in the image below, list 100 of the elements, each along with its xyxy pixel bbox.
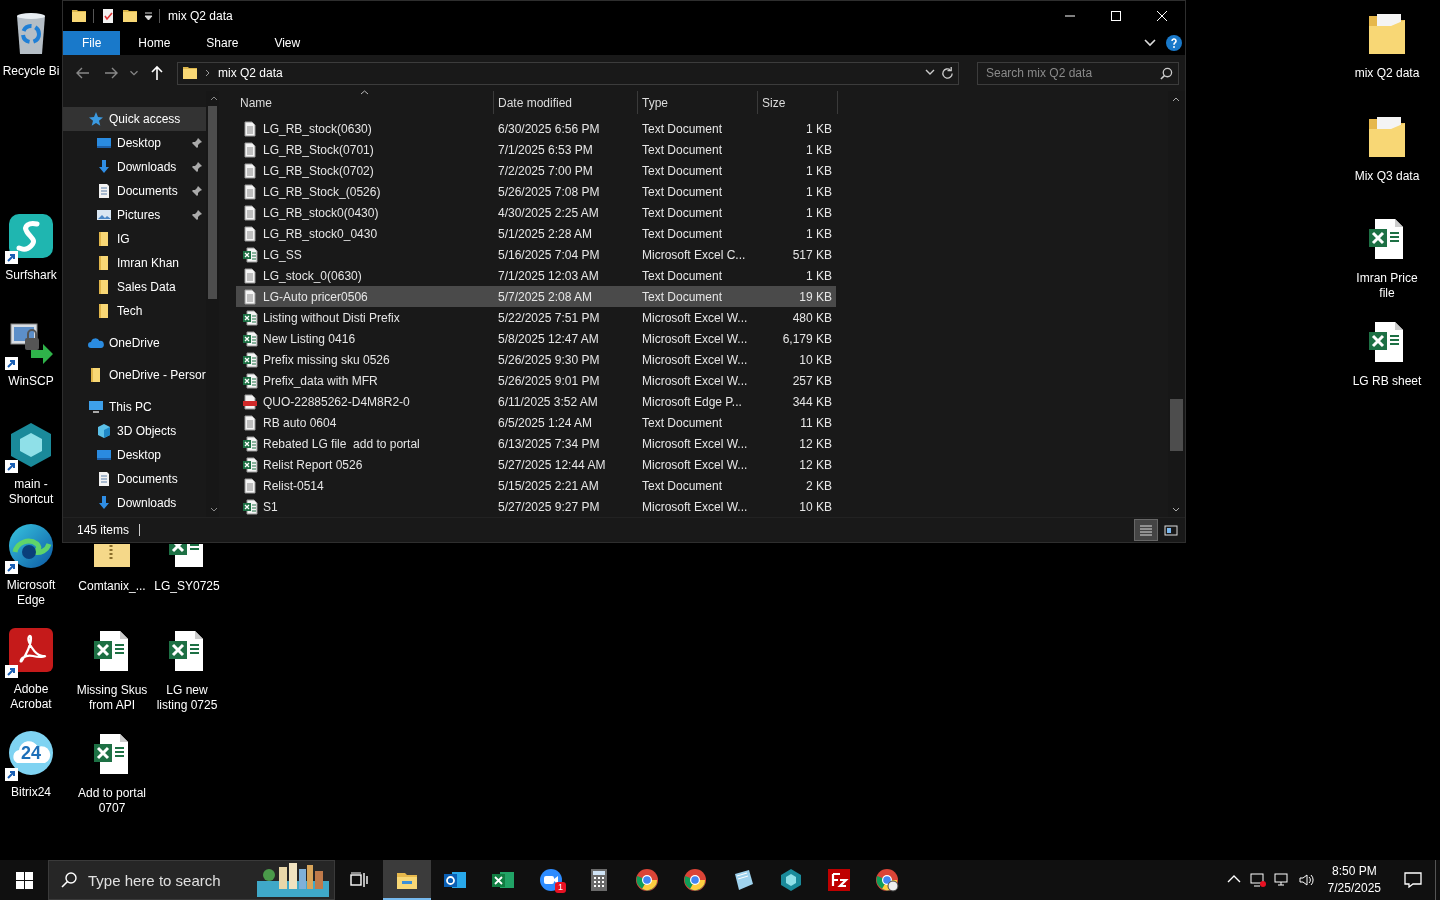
nav-item[interactable]: OneDrive - Persor: [63, 363, 206, 387]
file-name: LG-Auto pricer0506: [263, 288, 368, 306]
address-text[interactable]: mix Q2 data: [218, 64, 283, 82]
file-row[interactable]: LG-Auto pricer0506 5/7/2025 2:08 AM Text Document 19 KB: [236, 286, 836, 307]
nav-item[interactable]: Downloads: [63, 155, 206, 179]
ribbon-tab[interactable]: File: [63, 31, 121, 55]
desktop-icon-label[interactable]: Mix Q3 data: [1354, 169, 1420, 184]
folder-icon[interactable]: [71, 8, 87, 24]
search-field[interactable]: Search mix Q2 data: [977, 61, 1179, 85]
ribbon-tab[interactable]: Home: [120, 31, 189, 55]
nav-item[interactable]: Pictures: [63, 203, 206, 227]
speech-bubble-icon[interactable]: [1404, 872, 1422, 888]
nav-item[interactable]: IG: [63, 227, 206, 251]
file-row[interactable]: RB auto 0604 6/5/2025 1:24 AM Text Document 11 KB: [236, 412, 836, 433]
cloud-icon[interactable]: [7, 729, 55, 777]
type-cell-text: Microsoft Excel W...: [641, 351, 749, 369]
column-header[interactable]: Size: [758, 91, 838, 114]
edge-browser-icon[interactable]: [7, 522, 55, 570]
file-row[interactable]: Prefix missing sku 0526 5/26/2025 9:30 PM Microsoft Excel W... 10 KB: [236, 349, 836, 370]
file-row[interactable]: Listing without Disti Prefix 5/22/2025 7:51 PM Microsoft Excel W... 480 KB: [236, 307, 836, 328]
desktop-icon-label[interactable]: Recycle Bi: [2, 64, 60, 79]
desktop-icon-label[interactable]: Missing Skus from API: [76, 683, 148, 713]
taskbar-app-button[interactable]: [383, 860, 431, 900]
scroll-up-icon[interactable]: [1172, 97, 1180, 102]
taskbar-app-button[interactable]: 1: [527, 860, 575, 900]
nav-item[interactable]: Downloads: [63, 491, 206, 515]
nav-item[interactable]: Documents: [63, 467, 206, 491]
dropdown-caret-icon[interactable]: [144, 11, 153, 21]
desktop-icon-label[interactable]: Add to portal 0707: [76, 786, 148, 816]
nav-item[interactable]: Desktop: [63, 443, 206, 467]
file-row[interactable]: Relist-0514 5/15/2025 2:21 AM Text Document 2 KB: [236, 475, 836, 496]
desktop-icon-label[interactable]: Bitrix24: [11, 785, 51, 800]
desktop-icon-label[interactable]: Surfshark: [5, 268, 57, 283]
file-row[interactable]: S1 5/27/2025 9:27 PM Microsoft Excel W... 10 KB: [236, 496, 836, 517]
surfshark-icon[interactable]: [7, 212, 55, 260]
nav-item[interactable]: Sales Data: [63, 275, 206, 299]
task-view-icon[interactable]: [350, 872, 368, 888]
desktop-icon-label[interactable]: Imran Price file: [1351, 271, 1423, 301]
type-cell-text: Text Document: [641, 120, 724, 138]
file-row[interactable]: LG_RB_Stock(0701) 7/1/2025 6:53 PM Text Document 1 KB: [236, 139, 836, 160]
file-row[interactable]: Prefix_data with MFR 5/26/2025 9:01 PM Microsoft Excel W... 257 KB: [236, 370, 836, 391]
size-cell-text: 1 KB: [805, 120, 833, 138]
dropdown-caret-icon[interactable]: [925, 69, 935, 77]
new-folder-icon[interactable]: [122, 8, 138, 24]
file-row[interactable]: LG_stock_0(0630) 7/1/2025 12:03 AM Text Document 1 KB: [236, 265, 836, 286]
nav-item[interactable]: Imran Khan: [63, 251, 206, 275]
date-cell-text: 6/11/2025 3:52 AM: [497, 393, 599, 411]
file-row[interactable]: New Listing 0416 5/8/2025 12:47 AM Microsoft Excel W... 6,179 KB: [236, 328, 836, 349]
clock-date[interactable]: 7/25/2025: [1327, 880, 1381, 897]
network-icon[interactable]: [1273, 872, 1290, 888]
close-icon[interactable]: [1157, 11, 1167, 21]
ribbon-tab[interactable]: Share: [188, 31, 257, 55]
monitor-alert-icon[interactable]: [1249, 872, 1266, 888]
column-header[interactable]: Name: [236, 91, 494, 114]
nav-item[interactable]: Tech: [63, 299, 206, 323]
speaker-icon[interactable]: [1297, 872, 1314, 888]
desktop-icon-label[interactable]: WinSCP: [8, 374, 54, 389]
file-row[interactable]: LG_RB_stock0_0430 5/1/2025 2:28 AM Text Document 1 KB: [236, 223, 836, 244]
file-row[interactable]: LG_SS 5/16/2025 7:04 PM Microsoft Excel C... 517 KB: [236, 244, 836, 265]
desktop-icon-label[interactable]: Comtanix_...: [78, 579, 146, 594]
properties-icon[interactable]: [100, 8, 116, 24]
date-cell-text: 7/1/2025 12:03 AM: [497, 267, 600, 285]
desktop-icon-label[interactable]: Microsoft Edge: [0, 578, 62, 608]
scroll-down-icon[interactable]: [209, 507, 218, 512]
desktop-icon-label[interactable]: LG new listing 0725: [151, 683, 223, 713]
file-row[interactable]: LG_RB_stock0(0430) 4/30/2025 2:25 AM Text Document 1 KB: [236, 202, 836, 223]
nav-item[interactable]: This PC: [63, 395, 206, 419]
nav-item[interactable]: Quick access: [63, 107, 206, 131]
address-bar[interactable]: mix Q2 data: [177, 61, 959, 85]
scrollbar-thumb[interactable]: [1170, 399, 1183, 451]
desktop-icon-label[interactable]: main - Shortcut: [0, 477, 62, 507]
maximize-icon[interactable]: [1111, 11, 1121, 21]
file-row[interactable]: LG_RB_Stock_(0526) 5/26/2025 7:08 PM Text Document 1 KB: [236, 181, 836, 202]
desktop-icon-label[interactable]: mix Q2 data: [1354, 66, 1420, 81]
desktop-icon-label[interactable]: LG_SY0725: [154, 579, 220, 594]
file-row[interactable]: LG_RB_Stock(0702) 7/2/2025 7:00 PM Text Document 1 KB: [236, 160, 836, 181]
nav-item[interactable]: OneDrive: [63, 331, 206, 355]
nav-item[interactable]: Desktop: [63, 131, 206, 155]
desktop-icon-label[interactable]: Adobe Acrobat: [0, 682, 62, 712]
chevron-down-icon[interactable]: [1144, 39, 1156, 47]
help-icon[interactable]: [1166, 35, 1182, 51]
desktop-icon-label[interactable]: LG RB sheet: [1352, 374, 1422, 389]
file-row[interactable]: LG_RB_stock(0630) 6/30/2025 6:56 PM Text Document 1 KB: [236, 118, 836, 139]
search-highlight-drawing[interactable]: [257, 861, 329, 897]
nav-item[interactable]: Documents: [63, 179, 206, 203]
scroll-down-icon[interactable]: [1172, 507, 1180, 512]
file-row[interactable]: Relist Report 0526 5/27/2025 12:44 AM Microsoft Excel W... 12 KB: [236, 454, 836, 475]
type-cell-text: Text Document: [641, 204, 724, 222]
clock-time[interactable]: 8:50 PM: [1331, 863, 1377, 880]
file-row[interactable]: Rebated LG file add to portal 6/13/2025 7:34 PM Microsoft Excel W... 12 KB: [236, 433, 836, 454]
refresh-icon[interactable]: [941, 66, 954, 80]
windows-logo-icon[interactable]: [15, 871, 33, 889]
column-header[interactable]: Date modified: [494, 91, 638, 114]
scrollbar-thumb[interactable]: [207, 106, 217, 299]
ribbon-tab[interactable]: View: [256, 31, 319, 55]
column-header[interactable]: Type: [638, 91, 758, 114]
scroll-up-icon[interactable]: [209, 96, 218, 101]
nav-item[interactable]: 3D Objects: [63, 419, 206, 443]
acrobat-icon[interactable]: [7, 626, 55, 674]
file-row[interactable]: QUO-22885262-D4M8R2-0 6/11/2025 3:52 AM Microsoft Edge P... 344 KB: [236, 391, 836, 412]
